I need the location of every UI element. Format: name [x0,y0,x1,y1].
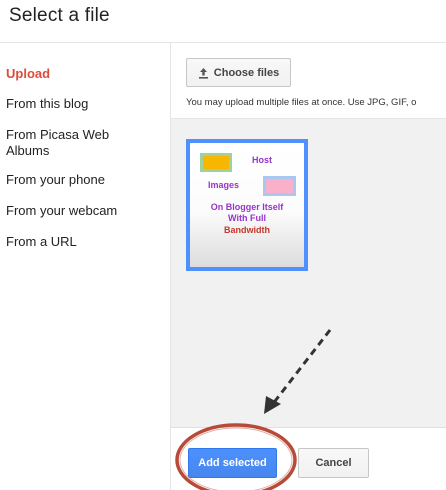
upload-hint: You may upload multiple files at once. U… [186,97,417,108]
image-thumbnail[interactable]: Host Images On Blogger Itself With Full … [186,139,308,271]
thumbnail-yellow-box [200,153,232,172]
cancel-button[interactable]: Cancel [298,448,369,478]
main-panel: Choose files You may upload multiple fil… [171,43,446,490]
thumbnail-text-host: Host [252,155,272,165]
sidebar-item-from-a-url[interactable]: From a URL [6,234,156,250]
sidebar-item-upload[interactable]: Upload [6,66,156,82]
add-selected-button[interactable]: Add selected [188,448,277,478]
thumbnail-pink-box [263,176,296,196]
sidebar-item-from-picasa-web-albums[interactable]: From Picasa Web Albums [6,127,126,159]
choose-files-label: Choose files [213,66,280,79]
thumbnail-text-images: Images [208,180,240,190]
thumbnail-text-line2: With Full [228,213,266,223]
upload-icon [198,67,209,79]
choose-files-button[interactable]: Choose files [186,58,291,87]
sidebar-item-from-your-webcam[interactable]: From your webcam [6,203,156,219]
sidebar: Upload From this blog From Picasa Web Al… [0,43,170,490]
sidebar-item-from-your-phone[interactable]: From your phone [6,172,156,188]
dialog-title: Select a file [9,5,110,26]
upload-section: Choose files You may upload multiple fil… [171,43,446,118]
sidebar-item-from-this-blog[interactable]: From this blog [6,96,156,112]
thumbnail-text-line3: Bandwidth [224,225,270,235]
upload-divider [171,118,446,119]
dialog-footer: Add selected Cancel [171,428,446,490]
